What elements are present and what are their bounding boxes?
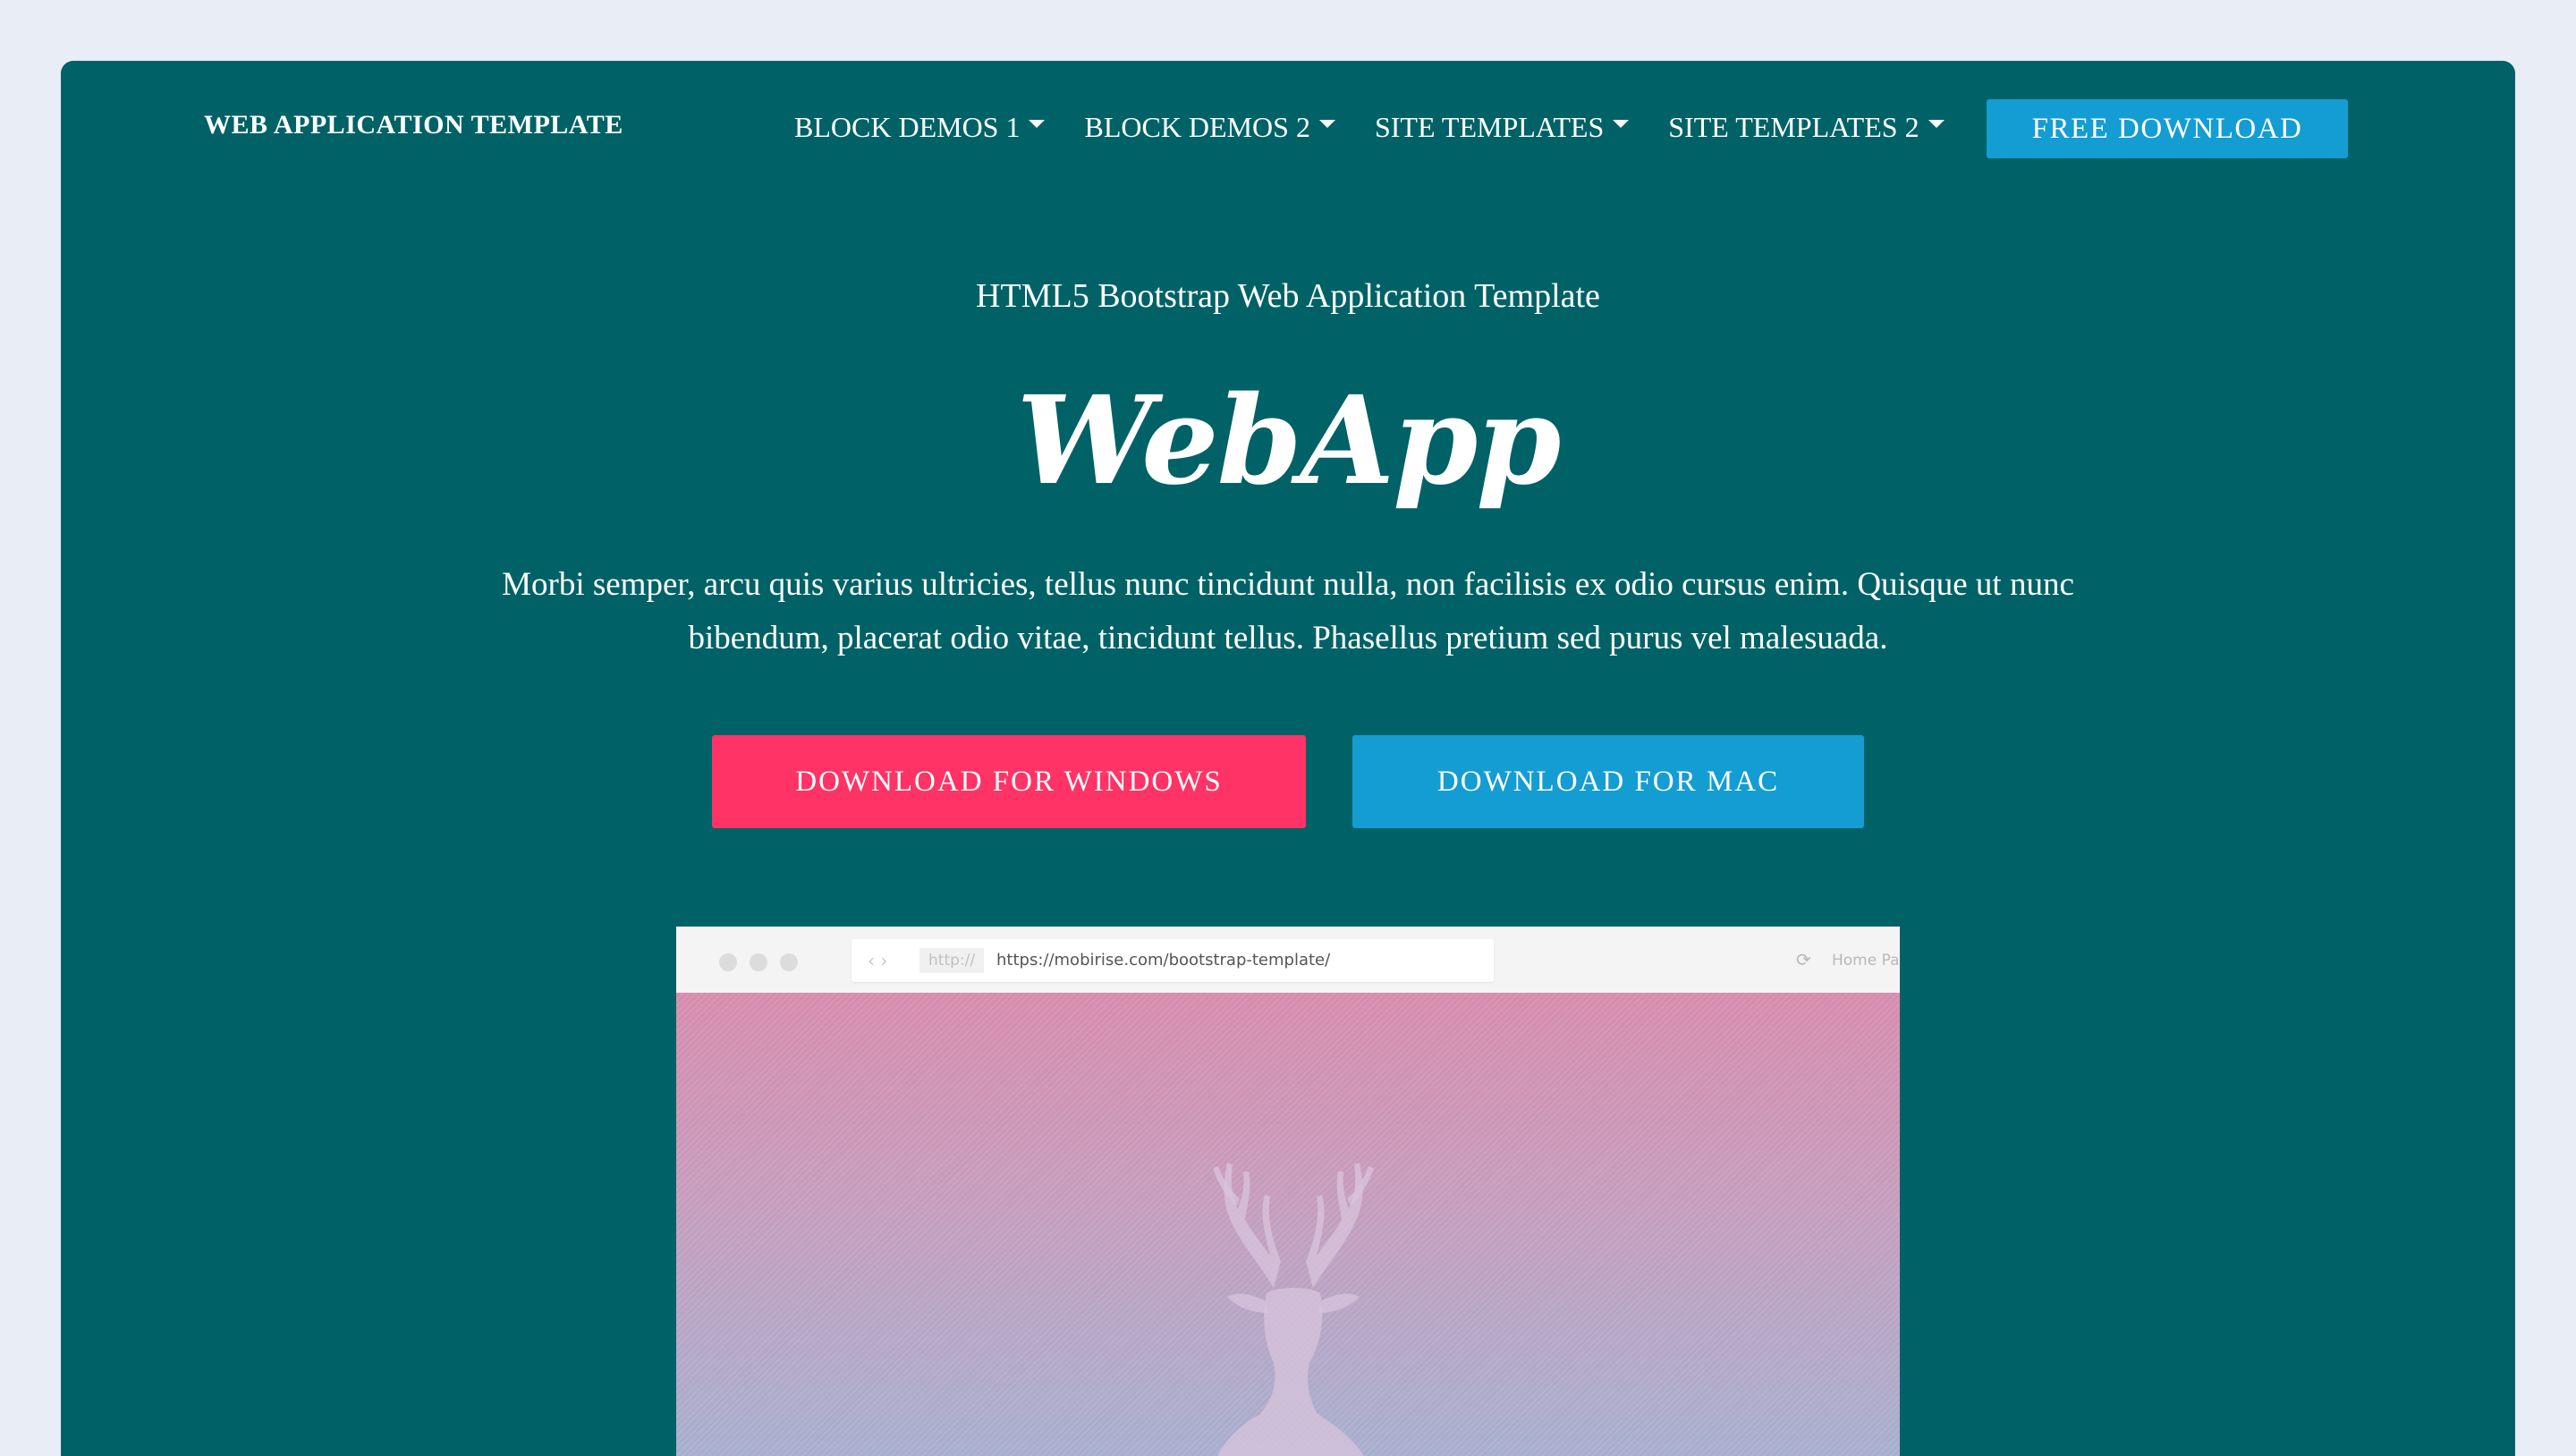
- hero-lead-line-1: Morbi semper, arcu quis varius ultricies…: [502, 566, 2074, 603]
- home-page-label: Home Page: [1832, 952, 1900, 969]
- window-dot: [719, 953, 737, 971]
- download-mac-button[interactable]: DOWNLOAD FOR MAC: [1352, 735, 1864, 828]
- hero-section: WEB APPLICATION TEMPLATE BLOCK DEMOS 1 B…: [61, 61, 2515, 1456]
- caret-down-icon: [1318, 119, 1335, 128]
- hero-lead-line-2: bibendum, placerat odio vitae, tincidunt…: [688, 620, 1888, 656]
- browser-mockup: ‹ › http:// https://mobirise.com/bootstr…: [676, 927, 1900, 1456]
- main-nav: BLOCK DEMOS 1 BLOCK DEMOS 2 SITE TEMPLAT…: [794, 111, 1945, 143]
- caret-down-icon: [1613, 119, 1630, 128]
- nav-item-site-templates-2[interactable]: SITE TEMPLATES 2: [1668, 111, 1945, 143]
- window-dot: [750, 953, 767, 971]
- address-bar: ‹ › http:// https://mobirise.com/bootstr…: [852, 939, 1494, 982]
- nav-item-label: SITE TEMPLATES: [1374, 111, 1605, 143]
- free-download-button[interactable]: FREE DOWNLOAD: [1987, 99, 2348, 158]
- nav-item-label: BLOCK DEMOS 1: [794, 111, 1021, 143]
- nav-item-block-demos-2[interactable]: BLOCK DEMOS 2: [1084, 111, 1335, 143]
- brand-logo[interactable]: WEB APPLICATION TEMPLATE: [204, 109, 623, 141]
- protocol-label: http://: [919, 948, 985, 973]
- address-url: https://mobirise.com/bootstrap-template/: [996, 951, 1331, 969]
- nav-item-label: SITE TEMPLATES 2: [1668, 111, 1919, 143]
- nav-item-site-templates[interactable]: SITE TEMPLATES: [1374, 111, 1630, 143]
- hero-title: WebApp: [1016, 369, 1562, 512]
- caret-down-icon: [1928, 119, 1945, 128]
- mockup-screen: [676, 993, 1900, 1456]
- browser-toolbar: ‹ › http:// https://mobirise.com/bootstr…: [676, 927, 1900, 993]
- reload-icon: ⟳: [1796, 949, 1811, 970]
- nav-item-block-demos-1[interactable]: BLOCK DEMOS 1: [794, 111, 1046, 143]
- deer-icon: [1213, 1163, 1374, 1456]
- caret-down-icon: [1029, 119, 1046, 128]
- chevron-left-right-icon: ‹ ›: [868, 950, 888, 971]
- window-dot: [780, 953, 798, 971]
- hero-lead: Morbi semper, arcu quis varius ultricies…: [419, 558, 2157, 665]
- download-windows-button[interactable]: DOWNLOAD FOR WINDOWS: [712, 735, 1306, 828]
- nav-item-label: BLOCK DEMOS 2: [1084, 111, 1310, 143]
- hero-subtitle: HTML5 Bootstrap Web Application Template: [976, 277, 1600, 315]
